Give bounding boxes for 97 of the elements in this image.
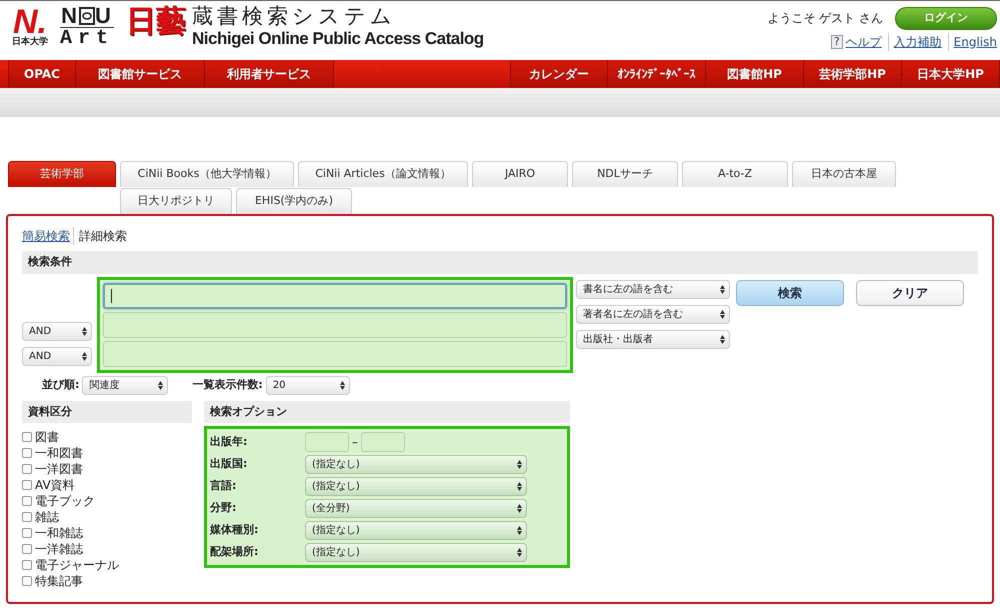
- header-link[interactable]: ヘルプ: [846, 32, 882, 50]
- checkbox[interactable]: [22, 464, 32, 474]
- search-input-field[interactable]: [103, 282, 567, 308]
- option-label: 配架場所:: [210, 544, 260, 560]
- section-header: 検索条件: [22, 251, 978, 274]
- checkbox-label: 電子ブック: [35, 493, 95, 509]
- dropdown[interactable]: (指定なし): [305, 521, 527, 540]
- count-label: 一覧表示件数:: [192, 376, 263, 393]
- search-button[interactable]: 検索: [736, 280, 844, 306]
- sort-label: 並び順:: [42, 376, 80, 393]
- dropdown[interactable]: 書名に左の語を含む: [576, 280, 730, 298]
- option-label: 出版国:: [210, 456, 248, 472]
- up-down-arrow-icon: [340, 380, 345, 390]
- college-logo-letter: N: [61, 4, 79, 26]
- up-down-arrow-icon: [720, 284, 725, 294]
- tab[interactable]: 芸術学部: [8, 161, 116, 187]
- up-down-arrow-icon: [517, 504, 522, 513]
- nav-link[interactable]: 利用者サービス: [205, 60, 334, 88]
- dropdown[interactable]: (指定なし): [305, 477, 527, 496]
- dropdown[interactable]: AND: [22, 322, 92, 340]
- year-to-field[interactable]: [361, 432, 405, 452]
- nav-link[interactable]: 図書館サービス: [76, 60, 205, 88]
- up-down-arrow-icon: [720, 334, 725, 344]
- tab[interactable]: CiNii Books（他大学情報）: [120, 161, 294, 187]
- search-input-field[interactable]: [103, 340, 567, 366]
- checkbox-label: 特集記事: [35, 573, 83, 589]
- framed-eye-icon: [79, 6, 95, 24]
- checkbox[interactable]: [22, 432, 32, 442]
- checkbox-label: 一和図書: [35, 445, 83, 461]
- option-label: 言語:: [210, 478, 238, 494]
- range-separator: –: [352, 434, 358, 451]
- checkbox-label: 雑誌: [35, 509, 59, 525]
- up-down-arrow-icon: [517, 526, 522, 535]
- tab[interactable]: 日大リポジトリ: [120, 188, 232, 214]
- search-mode-link[interactable]: 詳細検索: [73, 227, 127, 245]
- college-logo-letter: U: [95, 4, 113, 26]
- up-down-arrow-icon: [517, 548, 522, 557]
- option-label: 出版年:: [210, 434, 248, 450]
- year-from-field[interactable]: [305, 432, 349, 452]
- tab[interactable]: NDLサーチ: [572, 161, 678, 187]
- university-logo: N.: [13, 7, 47, 37]
- option-label: 媒体種別:: [210, 522, 260, 538]
- checkbox[interactable]: [22, 544, 32, 554]
- checkbox-label: 図書: [35, 429, 59, 445]
- tab[interactable]: CiNii Articles（論文情報）: [298, 161, 468, 187]
- search-input-field[interactable]: [103, 312, 567, 338]
- tab[interactable]: A-to-Z: [682, 161, 788, 187]
- dropdown[interactable]: AND: [22, 346, 92, 366]
- up-down-arrow-icon: [82, 352, 87, 360]
- nav-link[interactable]: OPAC: [8, 60, 76, 88]
- checkbox-label: 一和雑誌: [35, 525, 83, 541]
- nav-link[interactable]: カレンダー: [510, 60, 608, 88]
- dropdown[interactable]: (指定なし): [305, 543, 527, 562]
- header-link[interactable]: English: [948, 32, 997, 50]
- checkbox[interactable]: [22, 512, 32, 522]
- checkbox-label: AV資料: [35, 477, 75, 493]
- checkbox-label: 電子ジャーナル: [35, 557, 119, 573]
- dropdown[interactable]: (指定なし): [305, 455, 527, 474]
- checkbox[interactable]: [22, 448, 32, 458]
- dropdown[interactable]: 出版社・出版者: [576, 330, 730, 348]
- system-title: 蔵書検索システム: [192, 4, 398, 28]
- dropdown[interactable]: (全分野): [305, 499, 527, 518]
- up-down-arrow-icon: [82, 326, 87, 336]
- up-down-arrow-icon: [517, 482, 522, 491]
- welcome-text: ようこそ ゲスト さん: [767, 10, 883, 28]
- header-link[interactable]: 入力補助: [888, 32, 942, 50]
- nav-link[interactable]: 芸術学部HP: [804, 60, 902, 88]
- help-icon: ?: [830, 34, 843, 48]
- dropdown[interactable]: 20: [266, 376, 350, 394]
- up-down-arrow-icon: [158, 380, 164, 390]
- tab[interactable]: 日本の古本屋: [792, 161, 896, 187]
- clear-button[interactable]: クリア: [856, 280, 964, 306]
- up-down-arrow-icon: [720, 310, 725, 318]
- checkbox-label: 一洋雑誌: [35, 541, 83, 557]
- system-subtitle: Nichigei Online Public Access Catalog: [192, 28, 484, 50]
- checkbox[interactable]: [22, 576, 32, 586]
- dropdown[interactable]: 関連度: [82, 376, 168, 394]
- section-header: 資料区分: [22, 400, 192, 423]
- nav-link[interactable]: ｵﾝﾗｲﾝﾃﾞｰﾀﾍﾞｰｽ: [608, 60, 706, 88]
- option-label: 分野:: [210, 500, 238, 516]
- college-logo-word: Art: [60, 26, 114, 50]
- up-down-arrow-icon: [517, 460, 522, 469]
- checkbox[interactable]: [22, 560, 32, 570]
- dropdown[interactable]: 著者名に左の語を含む: [576, 304, 730, 324]
- nav-link[interactable]: 図書館HP: [706, 60, 804, 88]
- tab[interactable]: EHIS(学内のみ): [236, 188, 352, 214]
- checkbox-label: 一洋図書: [35, 461, 83, 477]
- tab[interactable]: JAIRO: [472, 161, 568, 187]
- text-cursor: [111, 288, 112, 302]
- nav-link[interactable]: 日本大学HP: [902, 60, 1000, 88]
- brand-logo: 日藝: [126, 7, 186, 37]
- checkbox[interactable]: [22, 480, 32, 490]
- university-name: 日本大学: [12, 37, 48, 47]
- checkbox[interactable]: [22, 496, 32, 506]
- search-mode-link[interactable]: 簡易検索: [22, 227, 70, 245]
- checkbox[interactable]: [22, 528, 32, 538]
- section-header: 検索オプション: [204, 400, 570, 423]
